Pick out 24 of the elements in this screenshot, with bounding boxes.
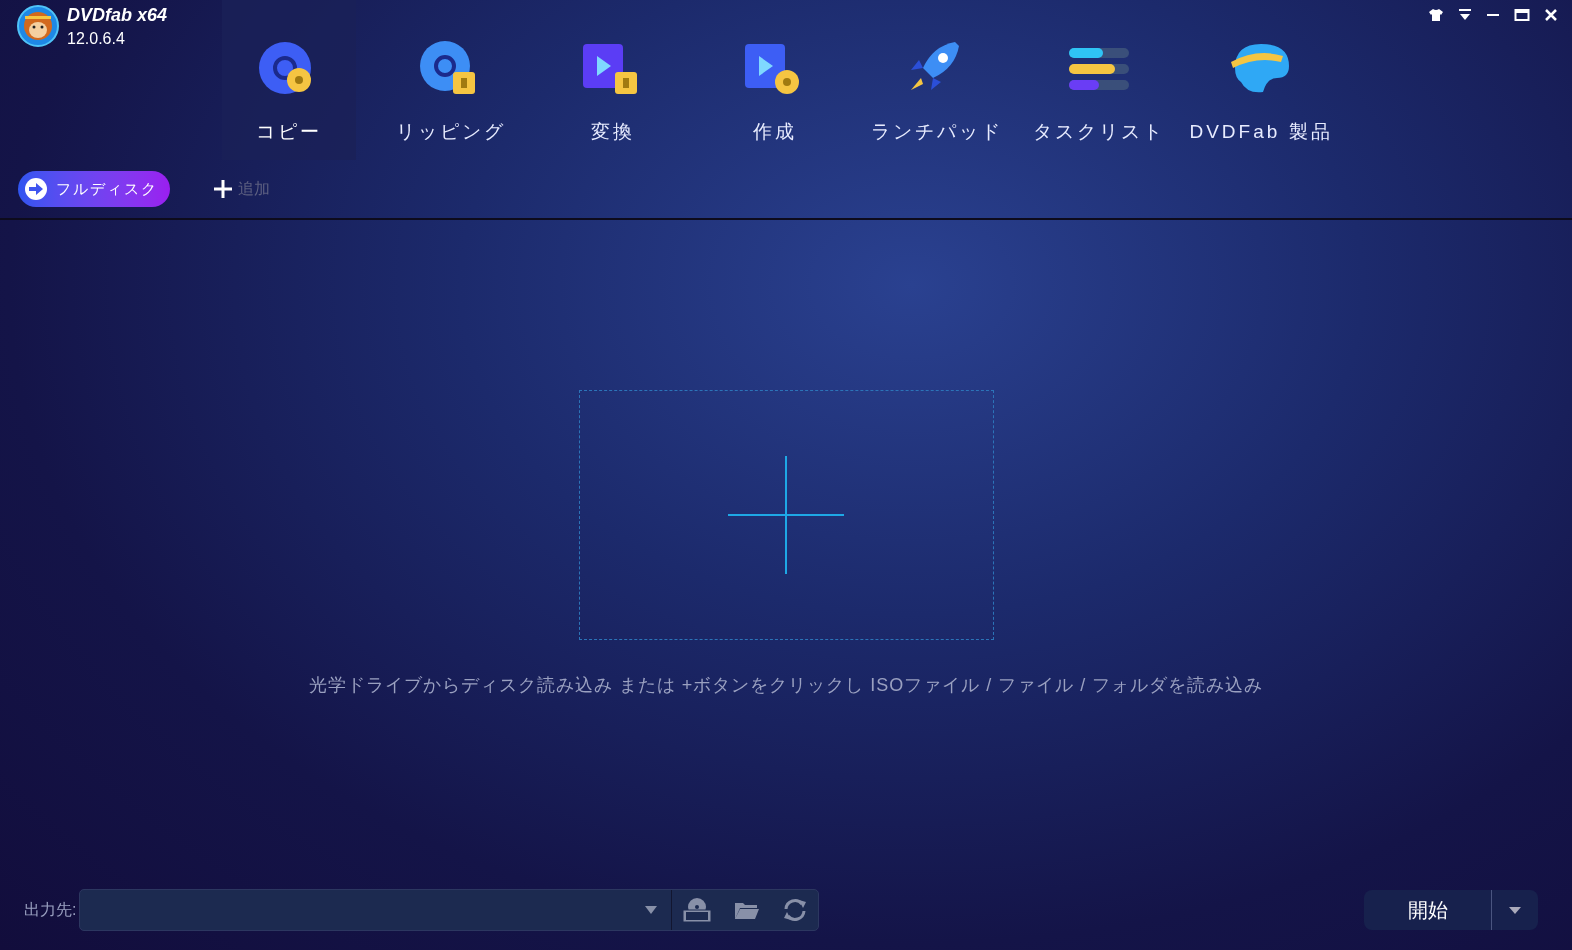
iso-disc-icon[interactable] — [682, 897, 713, 923]
shirt-icon[interactable] — [1428, 8, 1444, 22]
plus-icon — [728, 456, 844, 574]
refresh-icon[interactable] — [782, 898, 809, 922]
drop-hint-text: 光学ドライブからディスク読み込み または +ボタンをクリックし ISOファイル / ファイル / フォルダを読み込み — [308, 674, 1264, 697]
folder-icon[interactable] — [734, 900, 761, 920]
nav-tab[interactable]: リッピング — [384, 0, 518, 160]
close-icon[interactable] — [1544, 8, 1558, 22]
nav-tab[interactable]: ランチパッド — [870, 0, 1004, 160]
app-version: 12.0.6.4 — [67, 29, 126, 49]
output-label: 出力先: — [24, 900, 77, 920]
caret-icon — [645, 906, 658, 914]
caret-icon — [1509, 906, 1521, 914]
arrow-circle-icon — [24, 177, 48, 201]
nav-tab[interactable]: タスクリスト — [1032, 0, 1166, 160]
nav-tab[interactable]: 作成 — [708, 0, 842, 160]
full-disc-button[interactable]: フルディスク — [18, 171, 170, 207]
nav-tab[interactable]: コピー — [222, 0, 356, 160]
dropdown-menu-icon[interactable] — [1458, 8, 1472, 22]
maximize-icon[interactable] — [1514, 8, 1530, 22]
nav-tab[interactable]: 変換 — [546, 0, 680, 160]
app-name: DVDfab x64 — [67, 4, 168, 26]
monkey-logo-icon — [17, 4, 59, 48]
plus-icon — [214, 180, 232, 198]
